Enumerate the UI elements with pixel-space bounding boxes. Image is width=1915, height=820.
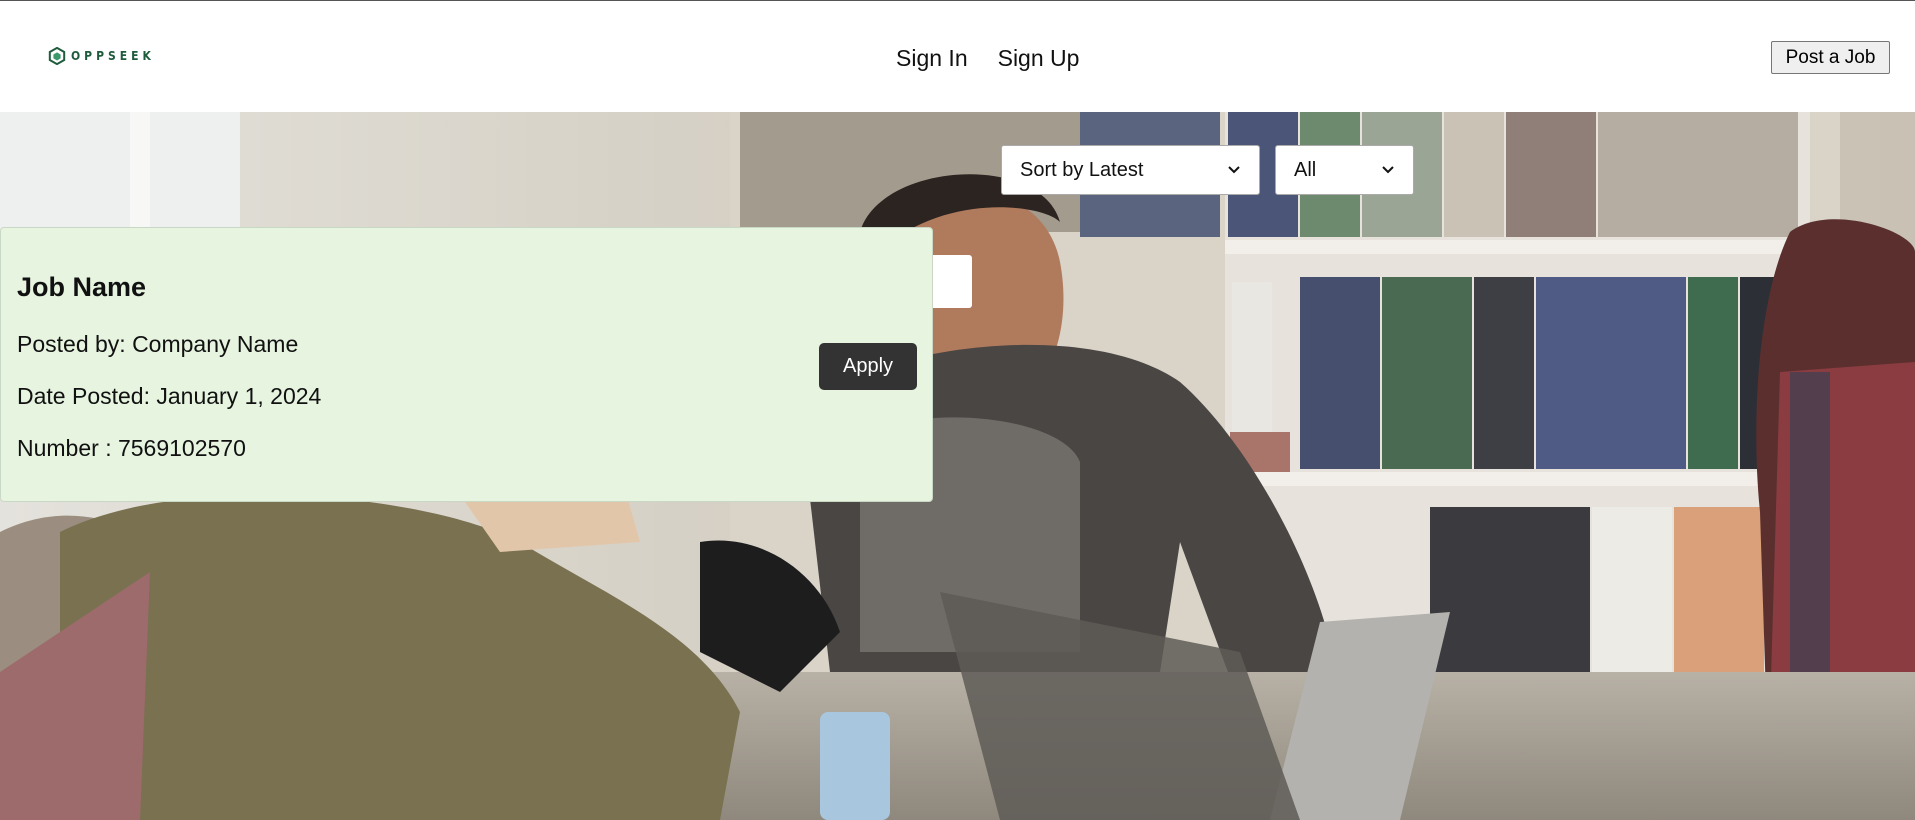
job-card: Job Name Posted by: Company Name Date Po… [0,227,933,502]
brand-name: OPPSEEK [71,49,155,63]
job-title: Job Name [17,272,147,302]
sign-in-link[interactable]: Sign In [896,45,968,72]
post-job-button[interactable]: Post a Job [1771,41,1890,74]
category-select[interactable]: All [1275,145,1414,195]
job-posted-by: Posted by: Company Name [17,331,299,357]
brand-logo[interactable]: OPPSEEK [48,47,155,65]
job-contact-number: Number : 7569102570 [17,435,246,461]
job-date-posted: Date Posted: January 1, 2024 [17,383,322,409]
auth-nav: Sign In Sign Up [896,45,1079,72]
site-header: OPPSEEK Sign In Sign Up Post a Job [0,1,1915,112]
logo-icon [48,47,66,65]
chevron-down-icon [1228,166,1240,174]
sort-select[interactable]: Sort by Latest [1001,145,1260,195]
chevron-down-icon [1382,166,1394,174]
category-select-value: All [1294,158,1317,181]
sort-select-value: Sort by Latest [1020,158,1144,181]
apply-button[interactable]: Apply [819,343,917,390]
sign-up-link[interactable]: Sign Up [998,45,1080,72]
